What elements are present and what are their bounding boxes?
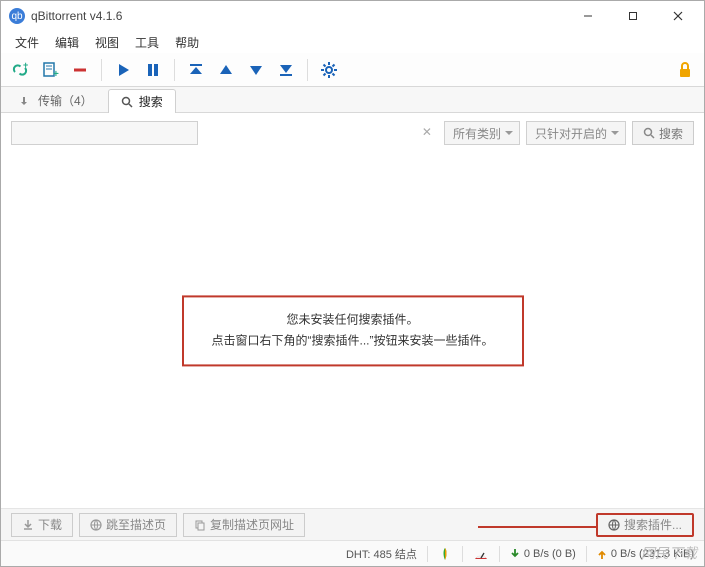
toolbar: + + xyxy=(1,53,704,87)
transfers-icon xyxy=(20,95,32,107)
enabled-dropdown[interactable]: 只针对开启的 xyxy=(526,121,626,145)
copy-icon xyxy=(194,519,206,531)
tab-transfers[interactable]: 传输（4） xyxy=(7,88,106,112)
upload-arrow-icon xyxy=(597,548,607,560)
window-controls xyxy=(565,2,700,30)
status-separator xyxy=(462,546,463,562)
settings-button[interactable] xyxy=(316,57,342,83)
add-torrent-button[interactable]: + xyxy=(37,57,63,83)
pause-button[interactable] xyxy=(140,57,166,83)
copy-url-button[interactable]: 复制描述页网址 xyxy=(183,513,305,537)
enabled-dropdown-label: 只针对开启的 xyxy=(535,125,607,142)
menu-tools[interactable]: 工具 xyxy=(127,32,167,53)
category-dropdown[interactable]: 所有类别 xyxy=(444,121,520,145)
move-up-button[interactable] xyxy=(213,57,239,83)
move-bottom-button[interactable] xyxy=(273,57,299,83)
download-speed-value: 0 B/s (0 B) xyxy=(524,548,576,560)
status-separator xyxy=(499,546,500,562)
search-button[interactable]: 搜索 xyxy=(632,121,694,145)
window-title: qBittorrent v4.1.6 xyxy=(31,9,565,23)
resume-button[interactable] xyxy=(110,57,136,83)
search-row: ✕ 所有类别 只针对开启的 搜索 xyxy=(1,113,704,153)
menu-edit[interactable]: 编辑 xyxy=(47,32,87,53)
download-arrow-icon xyxy=(510,548,520,560)
search-icon xyxy=(121,96,133,108)
toolbar-separator xyxy=(307,59,308,81)
status-separator xyxy=(586,546,587,562)
toolbar-separator xyxy=(174,59,175,81)
minimize-button[interactable] xyxy=(565,2,610,30)
search-input-wrap: ✕ xyxy=(11,121,438,145)
bottom-action-row: 下载 跳至描述页 复制描述页网址 搜索插件... xyxy=(1,508,704,540)
toolbar-separator xyxy=(101,59,102,81)
goto-description-button[interactable]: 跳至描述页 xyxy=(79,513,177,537)
move-top-button[interactable] xyxy=(183,57,209,83)
no-plugin-notice: 您未安装任何搜索插件。 点击窗口右下角的“搜索插件...”按钮来安装一些插件。 xyxy=(182,295,524,366)
goto-description-label: 跳至描述页 xyxy=(106,516,166,533)
tab-search[interactable]: 搜索 xyxy=(108,89,176,113)
search-icon xyxy=(643,127,655,139)
copy-url-label: 复制描述页网址 xyxy=(210,516,294,533)
menu-file[interactable]: 文件 xyxy=(7,32,47,53)
speed-limit-icon[interactable] xyxy=(473,548,489,560)
category-dropdown-label: 所有类别 xyxy=(453,125,501,142)
tab-transfers-label: 传输（4） xyxy=(38,92,93,109)
menu-help[interactable]: 帮助 xyxy=(167,32,207,53)
add-link-button[interactable]: + xyxy=(7,57,33,83)
clear-search-icon[interactable]: ✕ xyxy=(422,125,432,139)
notice-line1: 您未安装任何搜索插件。 xyxy=(212,309,494,331)
close-button[interactable] xyxy=(655,2,700,30)
maximize-button[interactable] xyxy=(610,2,655,30)
tabs: 传输（4） 搜索 xyxy=(1,87,704,113)
upload-speed-value: 0 B/s (231.3 KiB) xyxy=(611,548,694,560)
menu-view[interactable]: 视图 xyxy=(87,32,127,53)
status-separator xyxy=(427,546,428,562)
search-button-label: 搜索 xyxy=(659,125,683,142)
globe-icon xyxy=(608,519,620,531)
annotation-arrow xyxy=(478,521,608,533)
dht-status: DHT: 485 结点 xyxy=(346,546,417,562)
notice-line2: 点击窗口右下角的“搜索插件...”按钮来安装一些插件。 xyxy=(212,331,494,353)
upload-speed: 0 B/s (231.3 KiB) xyxy=(597,548,694,560)
menubar: 文件 编辑 视图 工具 帮助 xyxy=(1,31,704,53)
move-down-button[interactable] xyxy=(243,57,269,83)
globe-icon xyxy=(90,519,102,531)
search-plugins-label: 搜索插件... xyxy=(624,516,682,533)
svg-text:+: + xyxy=(53,69,59,79)
download-icon xyxy=(22,519,34,531)
remove-button[interactable] xyxy=(67,57,93,83)
download-button[interactable]: 下载 xyxy=(11,513,73,537)
app-icon: qb xyxy=(9,8,25,24)
svg-text:+: + xyxy=(23,61,28,70)
statusbar: DHT: 485 结点 0 B/s (0 B) 0 B/s (231.3 KiB… xyxy=(1,540,704,566)
tab-search-label: 搜索 xyxy=(139,93,163,110)
titlebar: qb qBittorrent v4.1.6 xyxy=(1,1,704,31)
search-panel: ✕ 所有类别 只针对开启的 搜索 您未安装任何搜索插件。 点击窗口右下角的“搜索… xyxy=(1,113,704,540)
lock-icon[interactable] xyxy=(672,57,698,83)
download-speed: 0 B/s (0 B) xyxy=(510,548,576,560)
search-input[interactable] xyxy=(11,121,198,145)
firewall-icon xyxy=(438,547,452,561)
search-results-area: 您未安装任何搜索插件。 点击窗口右下角的“搜索插件...”按钮来安装一些插件。 xyxy=(1,153,704,508)
download-button-label: 下载 xyxy=(38,516,62,533)
search-plugins-button[interactable]: 搜索插件... xyxy=(596,513,694,537)
